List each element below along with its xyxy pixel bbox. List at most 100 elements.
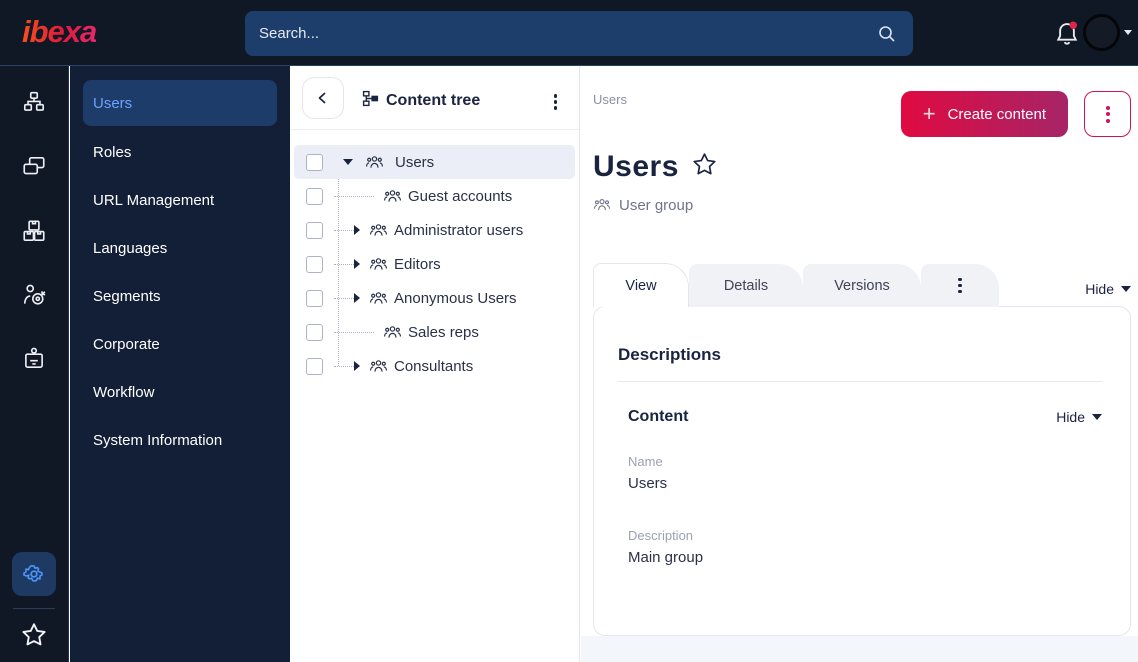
tree-item-label: Editors bbox=[394, 255, 441, 273]
tree-guide-stub bbox=[334, 229, 354, 231]
user-avatar[interactable] bbox=[1083, 14, 1120, 51]
main-content: Users + Create content Users User group … bbox=[581, 66, 1138, 662]
more-actions-button[interactable] bbox=[1084, 91, 1131, 137]
settings-button[interactable] bbox=[12, 552, 56, 596]
plus-icon: + bbox=[922, 101, 936, 126]
tree-item-checkbox[interactable] bbox=[306, 187, 323, 205]
hide-content-link[interactable]: Hide bbox=[1056, 409, 1102, 425]
ibexa-logo[interactable]: ibexa bbox=[22, 14, 97, 50]
admin-badge-icon[interactable] bbox=[21, 346, 47, 372]
rail-bottom-group bbox=[12, 552, 56, 649]
user-menu-caret-icon[interactable] bbox=[1124, 30, 1132, 35]
user-group-icon bbox=[369, 357, 388, 376]
sidebar-item-corporate[interactable]: Corporate bbox=[70, 320, 290, 368]
tree-guide-stub bbox=[334, 263, 354, 265]
hide-tabs-link[interactable]: Hide bbox=[1085, 281, 1131, 297]
tree-item-administrator-users[interactable]: Administrator users bbox=[294, 213, 575, 247]
sidebar-item-users[interactable]: Users bbox=[83, 80, 277, 126]
icon-rail bbox=[0, 66, 69, 662]
section-divider bbox=[618, 381, 1102, 382]
tab-versions[interactable]: Versions bbox=[803, 264, 921, 307]
content-type-row: User group bbox=[593, 196, 693, 214]
tree-item-label: Anonymous Users bbox=[394, 289, 517, 307]
search-icon[interactable] bbox=[877, 24, 897, 44]
commerce-icon[interactable] bbox=[21, 218, 47, 244]
tab-view[interactable]: View bbox=[593, 263, 689, 307]
collapse-tree-button[interactable] bbox=[302, 77, 344, 119]
hide-label: Hide bbox=[1056, 409, 1085, 425]
tree-item-anonymous-users[interactable]: Anonymous Users bbox=[294, 281, 575, 315]
tree-item-label: Sales reps bbox=[408, 323, 479, 341]
content-tree-icon bbox=[362, 90, 379, 112]
field-label-name: Name bbox=[628, 454, 663, 469]
tree-item-checkbox[interactable] bbox=[306, 289, 323, 307]
topbar: ibexa bbox=[0, 0, 1138, 66]
sidebar-item-system-information[interactable]: System Information bbox=[70, 416, 290, 464]
content-type-label: User group bbox=[619, 196, 694, 214]
content-section-header: Content Hide bbox=[618, 408, 1102, 426]
tree-item-label: Administrator users bbox=[394, 221, 524, 239]
breadcrumb: Users bbox=[593, 92, 627, 107]
tree-item-editors[interactable]: Editors bbox=[294, 247, 575, 281]
collapse-caret-icon[interactable] bbox=[343, 159, 353, 165]
tree-guide-stub bbox=[334, 365, 354, 367]
kebab-icon bbox=[954, 274, 966, 298]
sidebar-item-url-management[interactable]: URL Management bbox=[70, 176, 290, 224]
personalization-icon[interactable] bbox=[21, 282, 47, 308]
hide-label: Hide bbox=[1085, 281, 1114, 297]
field-label-description: Description bbox=[628, 528, 694, 543]
content-heading: Content bbox=[628, 408, 689, 425]
notifications-bell-icon[interactable] bbox=[1052, 19, 1082, 49]
tree-item-checkbox[interactable] bbox=[306, 221, 323, 239]
sidebar-item-segments[interactable]: Segments bbox=[70, 272, 290, 320]
favorite-star-icon[interactable] bbox=[691, 151, 718, 183]
content-tree-panel: Content tree Users Guest accounts Admini… bbox=[290, 66, 580, 662]
tree-item-sales-reps[interactable]: Sales reps bbox=[294, 315, 575, 349]
tree-guide-stub bbox=[334, 195, 374, 197]
tab-details[interactable]: Details bbox=[689, 264, 803, 307]
kebab-icon bbox=[1102, 102, 1114, 127]
tree-item-checkbox[interactable] bbox=[306, 153, 323, 171]
search-input[interactable] bbox=[245, 25, 877, 42]
create-content-button[interactable]: + Create content bbox=[900, 91, 1068, 137]
header-actions: + Create content bbox=[900, 91, 1131, 137]
page-title: Users bbox=[593, 150, 679, 183]
user-group-icon bbox=[365, 153, 384, 172]
tree-guide-stub bbox=[334, 297, 354, 299]
sidebar-item-workflow[interactable]: Workflow bbox=[70, 368, 290, 416]
descriptions-heading: Descriptions bbox=[618, 345, 721, 364]
global-search[interactable] bbox=[245, 11, 913, 56]
tree-item-checkbox[interactable] bbox=[306, 357, 323, 375]
field-value-description: Main group bbox=[628, 549, 704, 566]
content-tree-list: Users Guest accounts Administrator users bbox=[290, 145, 579, 383]
tree-guide-stub bbox=[334, 331, 374, 333]
user-group-icon bbox=[383, 323, 402, 342]
user-group-icon bbox=[383, 187, 402, 206]
tree-options-kebab-icon[interactable] bbox=[550, 90, 562, 114]
chevron-down-icon bbox=[1092, 414, 1102, 420]
expand-caret-icon[interactable] bbox=[354, 225, 360, 235]
tree-item-checkbox[interactable] bbox=[306, 323, 323, 341]
sidebar-item-roles[interactable]: Roles bbox=[70, 128, 290, 176]
user-group-icon bbox=[369, 289, 388, 308]
admin-sidebar: Users Roles URL Management Languages Seg… bbox=[70, 66, 290, 662]
tree-item-checkbox[interactable] bbox=[306, 255, 323, 273]
content-structure-icon[interactable] bbox=[21, 90, 47, 116]
pages-icon[interactable] bbox=[21, 154, 47, 180]
content-tree-title: Content tree bbox=[386, 92, 481, 109]
expand-caret-icon[interactable] bbox=[354, 361, 360, 371]
rail-divider bbox=[13, 608, 55, 609]
create-content-label: Create content bbox=[947, 105, 1046, 123]
field-value-name: Users bbox=[628, 475, 668, 492]
tree-item-users[interactable]: Users bbox=[294, 145, 575, 179]
sidebar-item-languages[interactable]: Languages bbox=[70, 224, 290, 272]
tree-item-consultants[interactable]: Consultants bbox=[294, 349, 575, 383]
tab-more[interactable] bbox=[921, 264, 999, 307]
expand-caret-icon[interactable] bbox=[354, 293, 360, 303]
bookmarks-star-icon[interactable] bbox=[20, 621, 48, 649]
tree-item-label: Consultants bbox=[394, 357, 474, 375]
tree-item-guest-accounts[interactable]: Guest accounts bbox=[294, 179, 575, 213]
expand-caret-icon[interactable] bbox=[354, 259, 360, 269]
view-tab-card: Descriptions Content Hide Name Users Des… bbox=[593, 306, 1131, 636]
notification-badge bbox=[1069, 21, 1077, 29]
